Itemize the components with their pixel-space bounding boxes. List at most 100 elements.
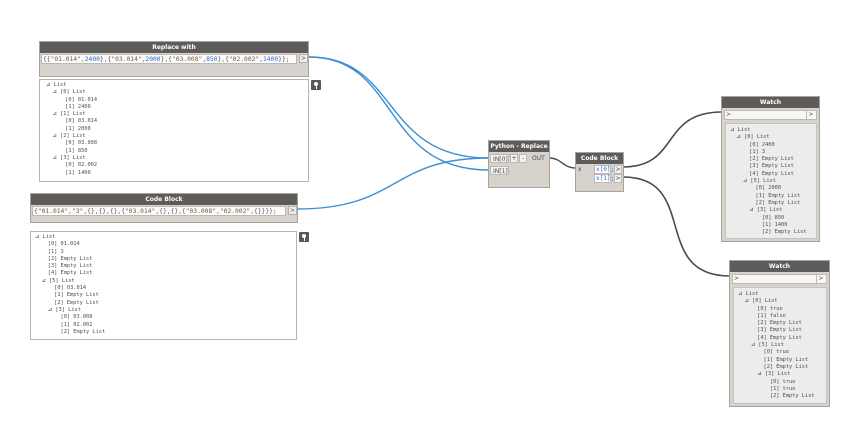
watch-tree-view[interactable]: ⊿ List ⊿ [0] List [0] true [1] false [2]…	[733, 287, 827, 404]
input-port[interactable]: >	[734, 275, 739, 283]
code-token: "03.014"	[111, 56, 142, 63]
pin-icon[interactable]	[299, 232, 309, 242]
tree-item: [0] 850	[730, 214, 785, 221]
remove-input-button[interactable]: -	[519, 154, 527, 163]
tree-item: [1] Empty List	[738, 356, 809, 363]
tree-item[interactable]: ⊿ List	[730, 127, 816, 134]
add-input-button[interactable]: +	[510, 154, 518, 163]
wire-replace-to-python-in0[interactable]	[308, 56, 490, 159]
code-block-2-node[interactable]: Code Block x x[0]; x[1]; > >	[575, 152, 624, 192]
output-port-out[interactable]: OUT	[532, 154, 545, 163]
tree-item[interactable]: ⊿ List	[35, 234, 296, 241]
tree-item: [2] Empty List	[738, 363, 809, 370]
tree-item[interactable]: ⊿ List	[738, 291, 826, 298]
code-token: {{	[43, 56, 51, 63]
tree-item: [0] 03.008	[46, 140, 98, 147]
tree-item[interactable]: ⊿ List	[46, 82, 308, 89]
tree-item: [1] false	[738, 312, 786, 319]
tree-item[interactable]: ⊿ [2] List	[46, 133, 308, 140]
wire-codeblock2-to-watch2[interactable]	[622, 176, 731, 277]
tree-item[interactable]: ⊿ [3] List	[46, 155, 308, 162]
watch-port-bar: > >	[732, 274, 827, 284]
tree-item[interactable]: ⊿ [3] List	[730, 207, 816, 214]
input-port-in0[interactable]: IN[0]	[490, 154, 509, 163]
watch-node-2[interactable]: Watch > > ⊿ List ⊿ [0] List [0] true [1]…	[729, 260, 830, 407]
tree-item[interactable]: ⊿ [0] List	[738, 298, 826, 305]
code-line-2[interactable]: x[1];	[594, 174, 614, 183]
tree-item: [2] Empty List	[738, 393, 815, 400]
tree-item[interactable]: ⊿ [3] List	[35, 307, 296, 314]
watch-port-bar: > >	[724, 110, 817, 120]
tree-item: [3] Empty List	[738, 327, 802, 334]
output-port-2[interactable]: >	[614, 174, 622, 183]
wire-python-to-codeblock2[interactable]	[548, 157, 577, 169]
tree-item: [0] 01.014	[35, 241, 80, 248]
python-replace-node[interactable]: Python - Replace IN[0] + - OUT IN[1]	[488, 140, 550, 188]
output-port[interactable]: >	[806, 111, 815, 119]
tree-item: [0] 02.002	[46, 162, 98, 169]
tree-item: [3] Empty List	[35, 263, 93, 270]
input-port-in1[interactable]: IN[1]	[490, 166, 509, 175]
tree-item: [2] Empty List	[730, 156, 794, 163]
tree-item: [0] 03.008	[35, 314, 93, 321]
input-port-x[interactable]: x	[578, 165, 582, 174]
tree-item: [0] 01.014	[46, 96, 98, 103]
watch-tree-view[interactable]: ⊿ List ⊿ [0] List [0] 2400 [1] 3 [2] Emp…	[725, 123, 817, 239]
tree-item: [4] Empty List	[738, 334, 802, 341]
tree-item: [2] Empty List	[730, 199, 801, 206]
code-token: },{	[160, 56, 172, 63]
tree-item: [1] 1400	[730, 221, 788, 228]
tree-item[interactable]: ⊿ [5] List	[730, 178, 816, 185]
tree-item: [0] true	[738, 305, 783, 312]
tree-item[interactable]: ⊿ [1] List	[46, 111, 308, 118]
watch-node-1[interactable]: Watch > > ⊿ List ⊿ [0] List [0] 2400 [1]…	[721, 96, 820, 242]
code-token: "01.014"	[37, 208, 69, 215]
code-token: 1400	[263, 56, 279, 63]
data-preview: ⊿ List ⊿ [0] List [0] 01.014 [1] 2400 ⊿ …	[39, 79, 309, 182]
code-token: 2000	[145, 56, 161, 63]
output-port-1[interactable]: >	[614, 165, 622, 174]
tree-item: [1] 2000	[46, 125, 91, 132]
tree-item: [0] 2400	[730, 141, 775, 148]
tree-item: [3] Empty List	[730, 163, 794, 170]
node-title: Replace with	[40, 42, 308, 53]
wire-codeblock2-to-watch1[interactable]	[622, 111, 723, 168]
tree-item[interactable]: ⊿ [0] List	[46, 89, 308, 96]
code-editor[interactable]: {"01.014","3",{},{},{},{"03.014",{},{},{…	[32, 206, 286, 216]
pin-icon[interactable]	[311, 80, 321, 90]
wire-replace-to-python-in1[interactable]	[308, 56, 490, 171]
code-token: 2400	[84, 56, 100, 63]
code-line-1[interactable]: x[0];	[594, 165, 614, 174]
tree-item: [1] true	[738, 385, 796, 392]
tree-item: [1] Empty List	[35, 292, 99, 299]
tree-item: [2] Empty List	[730, 229, 807, 236]
tree-item: [0] 03.014	[35, 285, 87, 292]
graph-canvas[interactable]: Replace with {{"01.014",2400},{"03.014",…	[0, 0, 860, 446]
code-token: ,{},{},{},{	[83, 208, 126, 215]
wire-codeblock-to-python-in0[interactable]	[296, 157, 490, 210]
output-port[interactable]: >	[299, 54, 308, 63]
replace-with-node[interactable]: Replace with {{"01.014",2400},{"03.014",…	[39, 41, 309, 77]
tree-item: [1] Empty List	[730, 192, 801, 199]
code-token: },{	[217, 56, 229, 63]
code-token: "03.008"	[171, 56, 203, 63]
code-token: "3"	[71, 208, 84, 215]
node-title: Watch	[730, 261, 829, 272]
input-port[interactable]: >	[726, 111, 731, 119]
code-token: ,{},{},{	[155, 208, 186, 215]
output-port[interactable]: >	[288, 206, 297, 215]
node-title: Watch	[722, 97, 819, 108]
code-block-node[interactable]: Code Block {"01.014","3",{},{},{},{"03.0…	[30, 193, 298, 223]
tree-item: [0] true	[738, 378, 796, 385]
code-token: "01.014"	[50, 56, 81, 63]
output-port[interactable]: >	[816, 275, 825, 283]
tree-item: [0] 03.014	[46, 118, 98, 125]
tree-item[interactable]: ⊿ [5] List	[35, 278, 296, 285]
tree-item[interactable]: ⊿ [0] List	[730, 134, 816, 141]
tree-item[interactable]: ⊿ [5] List	[738, 342, 826, 349]
code-token: "02.002"	[219, 208, 251, 215]
code-editor[interactable]: {{"01.014",2400},{"03.014",2000},{"03.00…	[41, 54, 297, 64]
node-title: Code Block	[31, 194, 297, 205]
tree-item: [4] Empty List	[730, 170, 794, 177]
tree-item[interactable]: ⊿ [3] List	[738, 371, 826, 378]
